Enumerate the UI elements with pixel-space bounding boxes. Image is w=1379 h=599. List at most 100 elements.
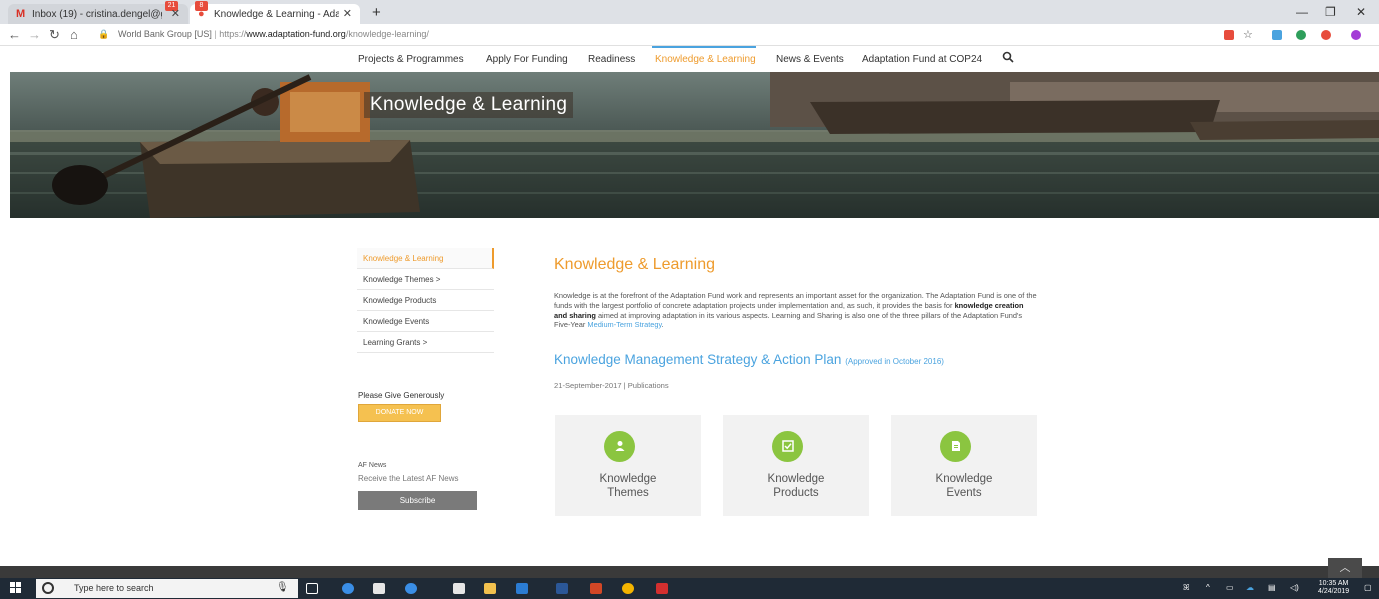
secure-label: World Bank Group [US] [118, 29, 212, 39]
search-icon[interactable] [1002, 51, 1014, 66]
minimize-button[interactable]: — [1296, 5, 1308, 19]
store-icon[interactable] [373, 583, 385, 594]
card-title: Knowledge Themes [555, 472, 701, 500]
file-explorer-icon[interactable] [484, 583, 496, 594]
medium-term-strategy-link[interactable]: Medium-Term Strategy [587, 320, 661, 329]
word-icon[interactable] [556, 583, 568, 594]
edge-icon[interactable] [342, 583, 354, 594]
sidebar-item-knowledge-products[interactable]: Knowledge Products [357, 290, 494, 311]
clock-date: 4/24/2019 [1318, 588, 1350, 595]
chrome-icon[interactable] [622, 583, 634, 594]
volume-icon[interactable]: ◁) [1290, 583, 1299, 592]
onedrive-icon[interactable]: ☁ [1246, 583, 1254, 592]
hero-title: Knowledge & Learning [364, 92, 574, 118]
url-path: /knowledge-learning/ [345, 29, 429, 39]
close-window-button[interactable]: ✕ [1356, 5, 1366, 19]
person-icon [604, 431, 635, 462]
mail-icon[interactable] [453, 583, 465, 594]
card-knowledge-themes[interactable]: Knowledge Themes [555, 415, 701, 516]
close-icon[interactable]: ✕ [171, 7, 180, 20]
subscribe-button[interactable]: Subscribe [358, 491, 477, 510]
card-knowledge-products[interactable]: Knowledge Products [723, 415, 869, 516]
windows-taskbar: Type here to search 🎙 ꕤ ^ ▭ ☁ ▤ ◁) 10:35… [0, 578, 1379, 599]
chevron-up-icon[interactable]: ^ [1206, 583, 1210, 592]
tab-label: Knowledge & Learning - Adaptat [214, 8, 339, 20]
lock-icon: 🔒 [98, 29, 110, 39]
windows-start-icon[interactable] [10, 582, 21, 596]
tab-gmail[interactable]: M 21 Inbox (19) - cristina.dengel@gm ✕ [8, 1, 188, 24]
hero-image [10, 72, 1379, 218]
new-tab-button[interactable]: + [372, 4, 381, 21]
sidebar: Knowledge & Learning Knowledge Themes > … [357, 248, 494, 353]
back-icon[interactable]: ← [8, 27, 21, 42]
cortana-icon [42, 582, 54, 594]
restore-button[interactable]: ❐ [1325, 5, 1336, 19]
card-title-line: Events [946, 487, 982, 499]
card-title: Knowledge Products [723, 472, 869, 500]
home-icon[interactable]: ⌂ [70, 27, 78, 42]
tab-badge: 8 [195, 1, 208, 11]
extension-icon[interactable] [1224, 30, 1234, 40]
extension-icon[interactable] [1321, 30, 1331, 40]
people-icon[interactable]: ꕤ [1183, 583, 1190, 593]
nav-knowledge-learning[interactable]: Knowledge & Learning [655, 54, 756, 65]
sidebar-item-learning-grants[interactable]: Learning Grants > [357, 332, 494, 353]
acrobat-icon[interactable] [656, 583, 668, 594]
outlook-icon[interactable] [516, 583, 528, 594]
battery-icon: ▭ [1226, 583, 1234, 592]
reload-icon[interactable]: ↻ [49, 27, 60, 43]
checkbox-icon [772, 431, 803, 462]
card-title-line: Products [773, 487, 819, 499]
forward-icon[interactable]: → [28, 27, 41, 42]
powerpoint-icon[interactable] [590, 583, 602, 594]
taskbar-search-placeholder: Type here to search [74, 583, 154, 593]
nav-projects-programmes[interactable]: Projects & Programmes [358, 54, 464, 65]
strategy-note: (Approved in October 2016) [845, 357, 944, 366]
close-icon[interactable]: ✕ [343, 7, 352, 20]
nav-readiness[interactable]: Readiness [588, 54, 635, 65]
site-footer [0, 566, 1379, 578]
intro-paragraph: Knowledge is at the forefront of the Ada… [554, 291, 1038, 330]
news-subtitle: Receive the Latest AF News [358, 474, 459, 483]
tab-knowledge-learning[interactable]: ● 8 Knowledge & Learning - Adaptat ✕ [190, 1, 360, 24]
hero-banner [10, 72, 1379, 218]
card-title-line: Themes [607, 487, 649, 499]
card-title-line: Knowledge [767, 473, 825, 485]
gmail-icon: M [16, 8, 26, 20]
system-clock[interactable]: 10:35 AM 4/24/2019 [1318, 580, 1349, 596]
network-icon[interactable]: ▤ [1268, 583, 1276, 592]
nav-news-events[interactable]: News & Events [776, 54, 844, 65]
extension-icon[interactable] [1296, 30, 1306, 40]
url-prefix: https:// [219, 29, 247, 39]
microphone-icon[interactable]: 🎙 [276, 582, 289, 593]
sidebar-item-knowledge-events[interactable]: Knowledge Events [357, 311, 494, 332]
star-icon[interactable]: ☆ [1243, 28, 1253, 41]
task-view-icon[interactable] [306, 583, 318, 594]
url-host: www.adaptation-fund.org [246, 29, 346, 39]
sidebar-item-knowledge-learning[interactable]: Knowledge & Learning [357, 248, 494, 269]
nav-adaptation-fund-cop24[interactable]: Adaptation Fund at COP24 [862, 54, 982, 65]
give-label: Please Give Generously [358, 391, 445, 400]
news-label: AF News [358, 462, 387, 469]
page-title: Knowledge & Learning [554, 256, 716, 273]
profile-avatar[interactable] [1351, 30, 1361, 40]
card-knowledge-events[interactable]: Knowledge Events [891, 415, 1037, 516]
scroll-to-top-button[interactable]: ︿ [1328, 558, 1362, 578]
card-title-line: Knowledge [599, 473, 657, 485]
card-title: Knowledge Events [891, 472, 1037, 500]
donate-button[interactable]: DONATE NOW [358, 404, 441, 422]
extension-icon[interactable] [1272, 30, 1282, 40]
tab-label: Inbox (19) - cristina.dengel@gm [32, 8, 162, 20]
url-field[interactable]: World Bank Group [US] | https://www.adap… [118, 29, 429, 39]
sidebar-item-knowledge-themes[interactable]: Knowledge Themes > [357, 269, 494, 290]
site-nav: Projects & Programmes Apply For Funding … [0, 46, 1379, 72]
ie-icon[interactable] [405, 583, 417, 594]
card-title-line: Knowledge [935, 473, 993, 485]
strategy-link[interactable]: Knowledge Management Strategy & Action P… [554, 352, 944, 367]
post-meta: 21-September-2017 | Publications [554, 381, 669, 390]
clock-time: 10:35 AM [1318, 580, 1349, 587]
nav-apply-for-funding[interactable]: Apply For Funding [486, 54, 568, 65]
document-icon [940, 431, 971, 462]
taskbar-search-input[interactable]: Type here to search 🎙 [36, 579, 298, 598]
notifications-icon[interactable]: ▢ [1364, 583, 1372, 592]
